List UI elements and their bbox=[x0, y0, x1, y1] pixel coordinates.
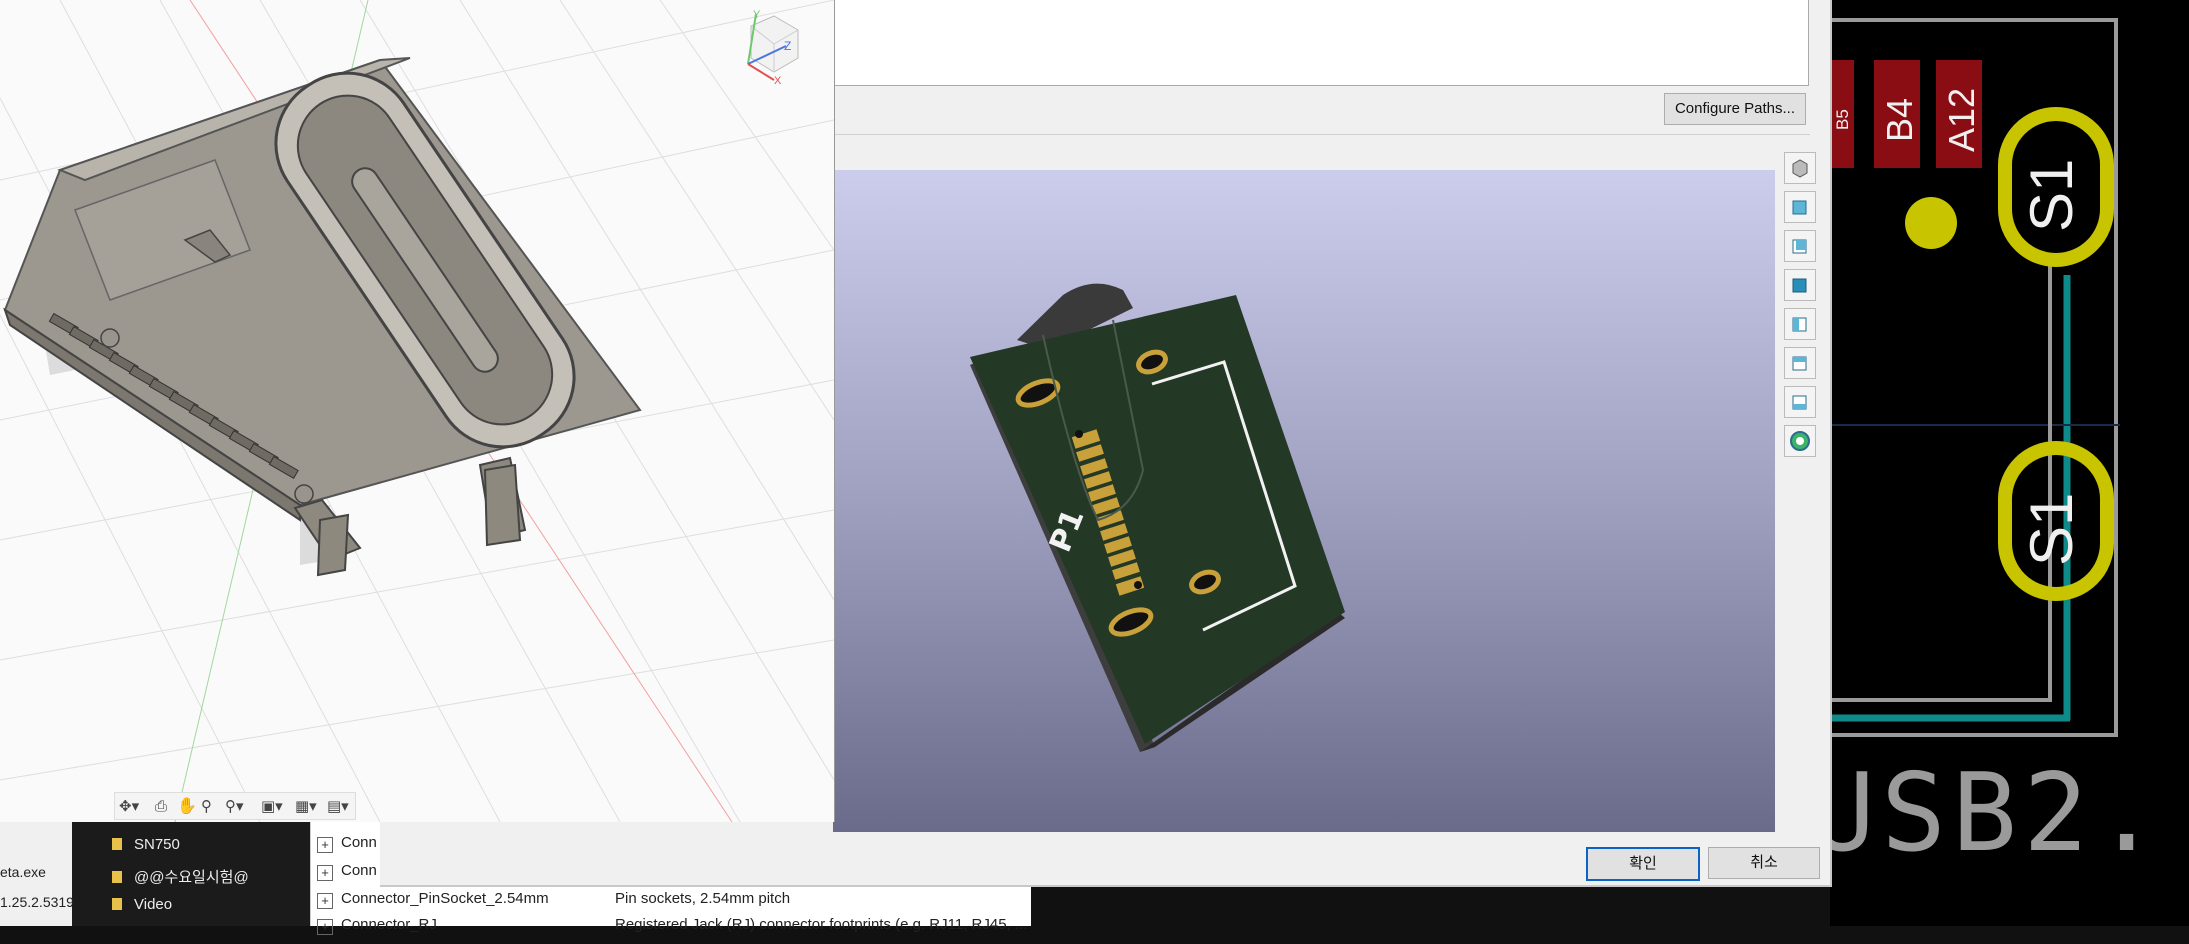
view-right-button[interactable] bbox=[1784, 308, 1816, 340]
fusion-scene bbox=[0, 0, 835, 823]
cancel-button[interactable]: 취소 bbox=[1708, 847, 1820, 879]
fusion-3d-viewport[interactable]: Y Z X ✥▾ ⎙ ✋ ⚲ ⚲▾ ▣▾ ▦▾ ▤▾ bbox=[0, 0, 835, 823]
boss bbox=[294, 484, 314, 504]
3d-view-button[interactable] bbox=[1784, 152, 1816, 184]
reload-icon bbox=[1790, 431, 1810, 451]
view-top-button[interactable] bbox=[1784, 347, 1816, 379]
pad-label: S1 bbox=[2018, 493, 2085, 566]
folder-icon bbox=[112, 898, 122, 910]
folder-label: Video bbox=[134, 896, 173, 913]
npth-hole[interactable] bbox=[1905, 197, 1957, 249]
pcb-drawing: B5 B4 A12 S1 S1 USB2. bbox=[1810, 18, 2165, 876]
explorer-nav-pane: eta.exe 1.25.2.5319 bbox=[0, 810, 74, 926]
view-back-button[interactable] bbox=[1784, 230, 1816, 262]
view-front-icon bbox=[1792, 200, 1807, 215]
orbit-icon[interactable]: ✥▾ bbox=[119, 797, 139, 815]
explorer-file-item[interactable]: eta.exe bbox=[0, 864, 46, 880]
reload-button[interactable] bbox=[1784, 425, 1816, 457]
view-front-button[interactable] bbox=[1784, 191, 1816, 223]
zoom-icon[interactable]: ⚲ bbox=[201, 797, 212, 815]
expand-icon[interactable]: + bbox=[317, 893, 333, 909]
library-name: Connector_PinSocket_2.54mm bbox=[341, 890, 549, 907]
pad-label: S1 bbox=[2018, 159, 2085, 232]
look-at-icon[interactable]: ⎙ bbox=[155, 797, 167, 815]
library-name: Conn bbox=[341, 834, 377, 851]
viewcube-x-label: X bbox=[774, 75, 782, 86]
expand-icon[interactable]: + bbox=[317, 919, 333, 935]
viewcube-y-label: Y bbox=[753, 9, 761, 21]
3d-board-render: P1 bbox=[970, 283, 1345, 752]
pad-label: B5 bbox=[1833, 109, 1852, 130]
view-bottom-button[interactable] bbox=[1784, 386, 1816, 418]
pad-label: A12 bbox=[1941, 88, 1982, 152]
explorer-folder[interactable]: SN750 bbox=[112, 836, 180, 853]
configure-paths-button[interactable]: Configure Paths... bbox=[1664, 93, 1806, 125]
display-settings-icon[interactable]: ▣▾ bbox=[261, 797, 283, 815]
3d-view-icon bbox=[1792, 159, 1808, 178]
pcb-editor-canvas[interactable]: B5 B4 A12 S1 S1 USB2. bbox=[1810, 0, 2189, 926]
library-row[interactable]: + Connector_PinSocket_2.54mm Pin sockets, … bbox=[317, 890, 1031, 918]
expand-icon[interactable]: + bbox=[317, 865, 333, 881]
navigation-toolbar: ✥▾ ⎙ ✋ ⚲ ⚲▾ ▣▾ ▦▾ ▤▾ bbox=[114, 792, 356, 820]
explorer-folder[interactable]: @@수요일시험@ bbox=[112, 866, 249, 887]
fit-icon[interactable]: ⚲▾ bbox=[225, 797, 244, 815]
viewcube-z-label: Z bbox=[784, 39, 791, 53]
viewports-icon[interactable]: ▤▾ bbox=[327, 797, 349, 815]
expand-icon[interactable]: + bbox=[317, 837, 333, 853]
viewcube[interactable]: Y Z X bbox=[726, 6, 806, 86]
grid-settings-icon[interactable]: ▦▾ bbox=[295, 797, 317, 815]
pan-icon[interactable]: ✋ bbox=[177, 796, 197, 815]
view-right-icon bbox=[1792, 317, 1807, 332]
library-name: Conn bbox=[341, 862, 377, 879]
view-left-button[interactable] bbox=[1784, 269, 1816, 301]
view-back-icon bbox=[1792, 239, 1807, 254]
view-bottom-icon bbox=[1792, 395, 1807, 410]
ok-button[interactable]: 확인 bbox=[1586, 847, 1700, 881]
explorer-folder[interactable]: Video bbox=[112, 896, 172, 913]
explorer-file-item[interactable]: 1.25.2.5319 bbox=[0, 894, 74, 910]
folder-label: SN750 bbox=[134, 836, 180, 853]
mounting-hole bbox=[1075, 430, 1083, 438]
mounting-hole bbox=[1134, 581, 1142, 589]
pad-label: B4 bbox=[1879, 98, 1920, 142]
folder-icon bbox=[112, 871, 122, 883]
3d-preview-canvas[interactable]: P1 bbox=[833, 170, 1775, 832]
footprint-name-text: USB2. bbox=[1830, 751, 2165, 876]
view-left-icon bbox=[1792, 278, 1807, 293]
folder-label: @@수요일시험@ bbox=[134, 869, 249, 886]
library-desc: Registered Jack (RJ) connector footprint… bbox=[615, 916, 1028, 933]
library-name: Connector_RJ bbox=[341, 916, 437, 933]
view-top-icon bbox=[1792, 356, 1807, 371]
library-desc: Pin sockets, 2.54mm pitch bbox=[615, 890, 791, 907]
library-row[interactable]: + Connector_RJ Registered Jack (RJ) connec… bbox=[317, 916, 1031, 944]
folder-icon bbox=[112, 838, 122, 850]
boss bbox=[100, 328, 120, 348]
